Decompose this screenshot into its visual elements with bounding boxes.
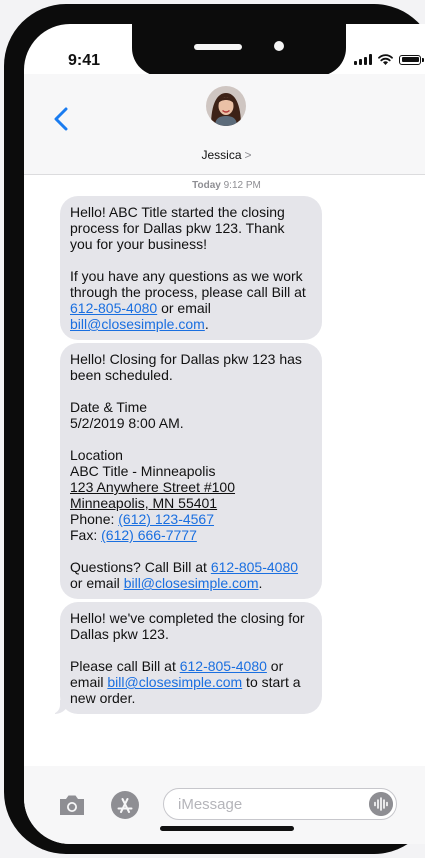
chevron-left-icon[interactable]	[48, 104, 76, 134]
timestamp-day: Today	[192, 180, 221, 191]
conversation-header: Jessica >	[24, 74, 425, 175]
fax-link[interactable]: (612) 666-7777	[101, 527, 197, 543]
thread-timestamp: Today 9:12 PM	[24, 180, 425, 196]
timestamp-time: 9:12 PM	[223, 180, 261, 191]
email-link[interactable]: bill@closesimple.com	[107, 674, 242, 690]
signal-icon	[354, 54, 372, 65]
location-label: Location	[70, 447, 123, 463]
date-time-value: 5/2/2019 8:00 AM.	[70, 415, 184, 431]
message-bubble[interactable]: Hello! Closing for Dallas pkw 123 has be…	[60, 343, 322, 599]
phone-frame: 9:41 Jessica > Today 9:12 PM Hello! ABC …	[4, 4, 425, 854]
message-thread[interactable]: Today 9:12 PM Hello! ABC Title started t…	[24, 175, 425, 766]
date-time-block: Date & Time 5/2/2019 8:00 AM.	[70, 399, 310, 431]
email-link[interactable]: bill@closesimple.com	[70, 316, 205, 332]
message-text: Hello! Closing for Dallas pkw 123 has be…	[70, 351, 302, 383]
message-input-placeholder: iMessage	[178, 796, 243, 813]
battery-icon	[399, 54, 424, 65]
front-camera	[274, 41, 284, 51]
status-time: 9:41	[68, 52, 101, 69]
message-text: Hello! we've completed the closing for D…	[70, 610, 305, 642]
camera-icon[interactable]	[58, 794, 86, 816]
address-street-link[interactable]: 123 Anywhere Street #100	[70, 479, 235, 495]
mute-switch	[4, 124, 10, 160]
message-text: Please call Bill at 612-805-4080 or emai…	[70, 658, 301, 706]
address-city-link[interactable]: Minneapolis, MN 55401	[70, 495, 217, 511]
location-name: ABC Title - Minneapolis	[70, 463, 216, 479]
message-bubble[interactable]: Hello! ABC Title started the closing pro…	[60, 196, 322, 340]
message-text: Hello! ABC Title started the closing pro…	[70, 204, 285, 252]
message-text: If you have any questions as we work thr…	[70, 268, 306, 332]
app-store-icon[interactable]	[110, 790, 140, 820]
email-link[interactable]: bill@closesimple.com	[124, 575, 259, 591]
volume-down-button	[4, 266, 10, 332]
avatar[interactable]	[206, 86, 246, 126]
wifi-icon	[378, 54, 393, 65]
phone-link[interactable]: 612-805-4080	[211, 559, 298, 575]
system-icons	[354, 54, 424, 65]
message-input[interactable]: iMessage	[163, 788, 397, 820]
date-time-label: Date & Time	[70, 399, 148, 415]
contact-name: Jessica	[201, 148, 242, 162]
speaker-grille	[194, 44, 242, 50]
input-bar: iMessage	[24, 766, 425, 844]
phone-link[interactable]: 612-805-4080	[70, 300, 157, 316]
audio-waveform-icon[interactable]	[369, 792, 393, 816]
message-text: Questions? Call Bill at 612-805-4080 or …	[70, 559, 299, 591]
phone-link[interactable]: 612-805-4080	[180, 658, 267, 674]
chevron-right-icon: >	[244, 148, 252, 162]
screen: 9:41 Jessica > Today 9:12 PM Hello! ABC …	[24, 24, 425, 844]
contact-name-row[interactable]: Jessica >	[24, 148, 425, 162]
notch	[132, 24, 346, 76]
home-indicator[interactable]	[160, 826, 294, 831]
volume-up-button	[4, 184, 10, 250]
status-bar: 9:41	[24, 24, 425, 76]
location-block: Location ABC Title - Minneapolis 123 Anywh…	[70, 447, 236, 543]
phone-link[interactable]: (612) 123-4567	[118, 511, 214, 527]
message-bubble[interactable]: Hello! we've completed the closing for D…	[51, 602, 322, 714]
